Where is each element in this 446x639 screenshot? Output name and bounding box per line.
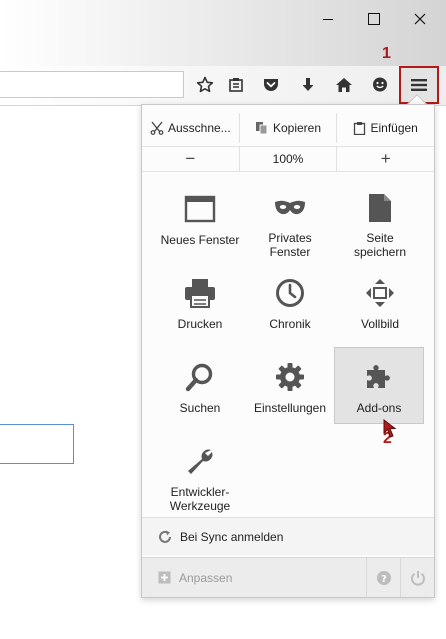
copy-label: Kopieren: [272, 121, 322, 135]
search-label: Suchen: [179, 401, 221, 415]
wrench-icon: [188, 449, 213, 474]
private-window-button[interactable]: Privates Fenster: [245, 185, 335, 259]
edit-controls: Ausschne... Kopieren Einfügen: [142, 113, 434, 143]
settings-button[interactable]: Einstellungen: [245, 353, 335, 427]
home-button[interactable]: [330, 72, 358, 98]
private-window-label: Privates Fenster: [268, 231, 312, 259]
close-icon: [414, 13, 426, 25]
download-arrow-icon: [302, 78, 314, 91]
fullscreen-label: Vollbild: [360, 317, 400, 331]
downloads-button[interactable]: [294, 72, 322, 98]
history-label: Chronik: [269, 317, 311, 331]
star-icon: [196, 76, 214, 93]
quit-button[interactable]: [400, 558, 434, 597]
private-mask-icon: [275, 200, 305, 215]
sync-signin-button[interactable]: Bei Sync anmelden: [142, 517, 434, 555]
cut-label: Ausschne...: [167, 121, 231, 135]
zoom-in-button[interactable]: +: [336, 147, 434, 171]
maximize-button[interactable]: [354, 6, 394, 32]
save-page-icon: [369, 194, 391, 222]
page-text-field[interactable]: [0, 424, 74, 464]
search-button[interactable]: Suchen: [155, 353, 245, 427]
cut-button[interactable]: Ausschne...: [142, 113, 239, 143]
address-bar[interactable]: [0, 71, 184, 98]
power-icon: [410, 570, 425, 586]
cursor-arrow-icon: [383, 418, 397, 438]
hello-chat-button[interactable]: [366, 72, 394, 98]
copy-button[interactable]: Kopieren: [238, 113, 337, 143]
paste-button[interactable]: Einfügen: [336, 113, 434, 143]
scissors-icon: [150, 121, 164, 135]
customize-label: Anpassen: [179, 570, 233, 585]
save-page-button[interactable]: Seite speichern: [335, 185, 425, 259]
pocket-button[interactable]: [257, 72, 285, 98]
hamburger-menu-icon: [411, 79, 427, 91]
pocket-icon: [264, 79, 278, 91]
clipboard-list-icon: [229, 78, 243, 92]
puzzle-icon: [367, 365, 390, 388]
sync-icon: [159, 530, 171, 543]
paste-label: Einfügen: [370, 121, 418, 135]
window-titlebar: [0, 0, 446, 66]
save-page-label: Seite speichern: [353, 231, 407, 259]
home-icon: [336, 78, 352, 92]
gear-icon: [276, 363, 304, 391]
print-button[interactable]: Drucken: [155, 269, 245, 343]
main-menu-panel: Ausschne... Kopieren Einfügen − 100% + N…: [141, 104, 435, 598]
zoom-out-button[interactable]: −: [142, 147, 239, 171]
settings-label: Einstellungen: [253, 401, 327, 415]
sync-label: Bei Sync anmelden: [180, 529, 284, 544]
smiley-chat-icon: [373, 77, 387, 92]
svg-text:?: ?: [381, 574, 387, 585]
history-clock-icon: [276, 279, 304, 307]
zoom-reset-button[interactable]: 100%: [238, 147, 337, 171]
fullscreen-button[interactable]: Vollbild: [335, 269, 425, 343]
plus-square-icon: [158, 571, 171, 584]
step-label-1: 1: [382, 45, 391, 62]
zoom-controls: − 100% +: [142, 146, 434, 172]
help-button[interactable]: ?: [366, 558, 400, 597]
copy-icon: [255, 122, 268, 135]
help-question-icon: ?: [376, 570, 391, 585]
navigation-toolbar: [0, 66, 446, 106]
new-window-button[interactable]: Neues Fenster: [155, 185, 245, 259]
developer-tools-label: Entwickler-Werkzeuge: [169, 485, 231, 513]
customize-button[interactable]: Anpassen: [142, 558, 366, 597]
bookmarks-list-button[interactable]: [222, 72, 250, 98]
new-window-icon: [184, 195, 216, 223]
menu-footer: Anpassen ?: [142, 557, 434, 597]
paste-clipboard-icon: [354, 122, 366, 135]
developer-tools-button[interactable]: Entwickler-Werkzeuge: [155, 437, 245, 515]
history-button[interactable]: Chronik: [245, 269, 335, 343]
fullscreen-icon: [366, 279, 394, 307]
new-window-label: Neues Fenster: [160, 233, 240, 247]
bookmark-star-button[interactable]: [191, 72, 219, 98]
close-button[interactable]: [400, 6, 440, 32]
print-icon: [185, 279, 215, 308]
search-icon: [185, 363, 213, 392]
print-label: Drucken: [177, 317, 223, 331]
minimize-button[interactable]: [308, 6, 348, 32]
addons-button[interactable]: Add-ons: [334, 347, 424, 424]
addons-label: Add-ons: [356, 401, 402, 415]
